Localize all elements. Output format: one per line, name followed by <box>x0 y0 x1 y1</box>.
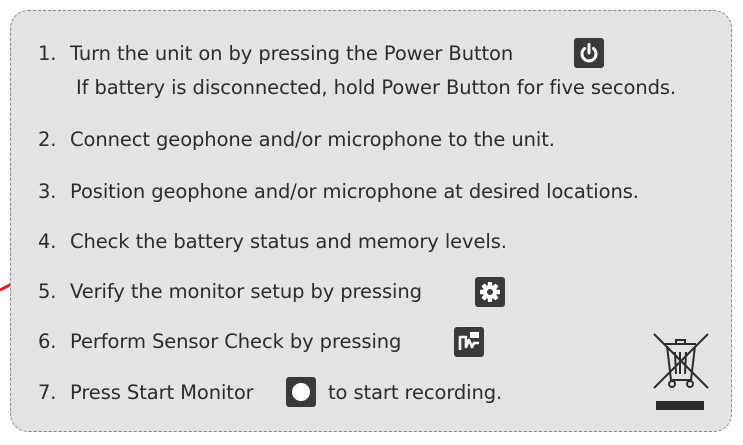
instruction-card <box>10 10 732 432</box>
crossed-out-wheelie-bin-icon <box>653 333 709 389</box>
step-text: Perform Sensor Check by pressing <box>70 330 402 353</box>
step-7: 7. Press Start Monitor <box>38 381 254 405</box>
step-number: 7. <box>38 381 57 404</box>
step-text: Check the battery status and memory leve… <box>70 230 507 253</box>
start-monitor-icon <box>286 377 316 407</box>
step-1: 1. Turn the unit on by pressing the Power… <box>38 42 513 66</box>
gear-icon <box>475 277 505 307</box>
step-text: to start recording. <box>328 381 503 404</box>
step-5: 5. Verify the monitor setup by pressing <box>38 280 422 304</box>
step-3: 3. Position geophone and/or microphone at… <box>38 180 639 204</box>
step-text: Position geophone and/or microphone at d… <box>70 180 639 203</box>
step-number: 4. <box>38 230 57 253</box>
step-text: Press Start Monitor <box>70 381 254 404</box>
step-number: 6. <box>38 330 57 353</box>
step-text: Turn the unit on by pressing the Power B… <box>70 42 514 65</box>
weee-underline-bar <box>656 401 704 410</box>
power-icon <box>574 38 604 68</box>
step-2: 2. Connect geophone and/or microphone to … <box>38 128 555 152</box>
step-1-continuation: If battery is disconnected, hold Power B… <box>76 76 676 100</box>
step-number: 3. <box>38 180 57 203</box>
step-4: 4. Check the battery status and memory le… <box>38 230 507 254</box>
step-6: 6. Perform Sensor Check by pressing <box>38 330 401 354</box>
step-text: Verify the monitor setup by pressing <box>70 280 422 303</box>
step-number: 5. <box>38 280 57 303</box>
step-text: If battery is disconnected, hold Power B… <box>76 76 677 99</box>
step-number: 1. <box>38 42 57 65</box>
step-text: Connect geophone and/or microphone to th… <box>70 128 555 151</box>
step-number: 2. <box>38 128 57 151</box>
page: 1. Turn the unit on by pressing the Power… <box>0 0 743 445</box>
step-7-suffix: to start recording. <box>328 381 502 405</box>
sensor-check-icon <box>454 327 484 357</box>
